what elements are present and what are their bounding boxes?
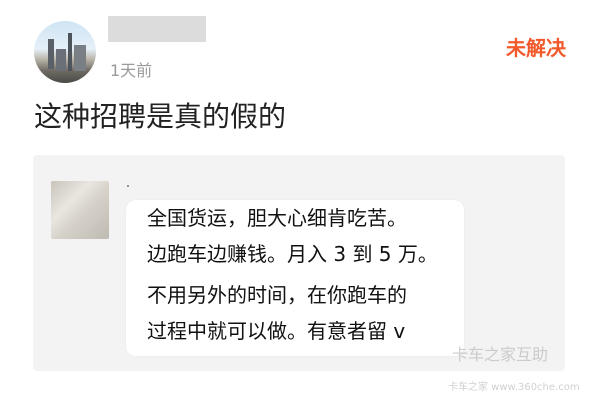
message-line-2: 边跑车边赚钱。月入 3 到 5 万。 [147,242,438,266]
watermark-url: 卡车之家 www.360che.com [448,382,580,393]
status-badge: 未解决 [506,36,566,60]
question-title: 这种招聘是真的假的 [34,100,287,133]
sender-name-dot [127,185,129,187]
message-line-1: 全国货运，胆大心细肯吃苦。 [147,206,407,230]
post-header: 1天前 未解决 [0,0,600,90]
username-redacted [108,16,206,42]
avatar[interactable] [34,21,96,83]
post-timestamp: 1天前 [110,61,153,80]
message-line-4: 过程中就可以做。有意者留 v [147,319,406,343]
message-line-3: 不用另外的时间，在你跑车的 [147,283,407,307]
watermark-brand: 卡车之家互助 [452,345,549,364]
quoted-sender-avatar [51,181,109,239]
